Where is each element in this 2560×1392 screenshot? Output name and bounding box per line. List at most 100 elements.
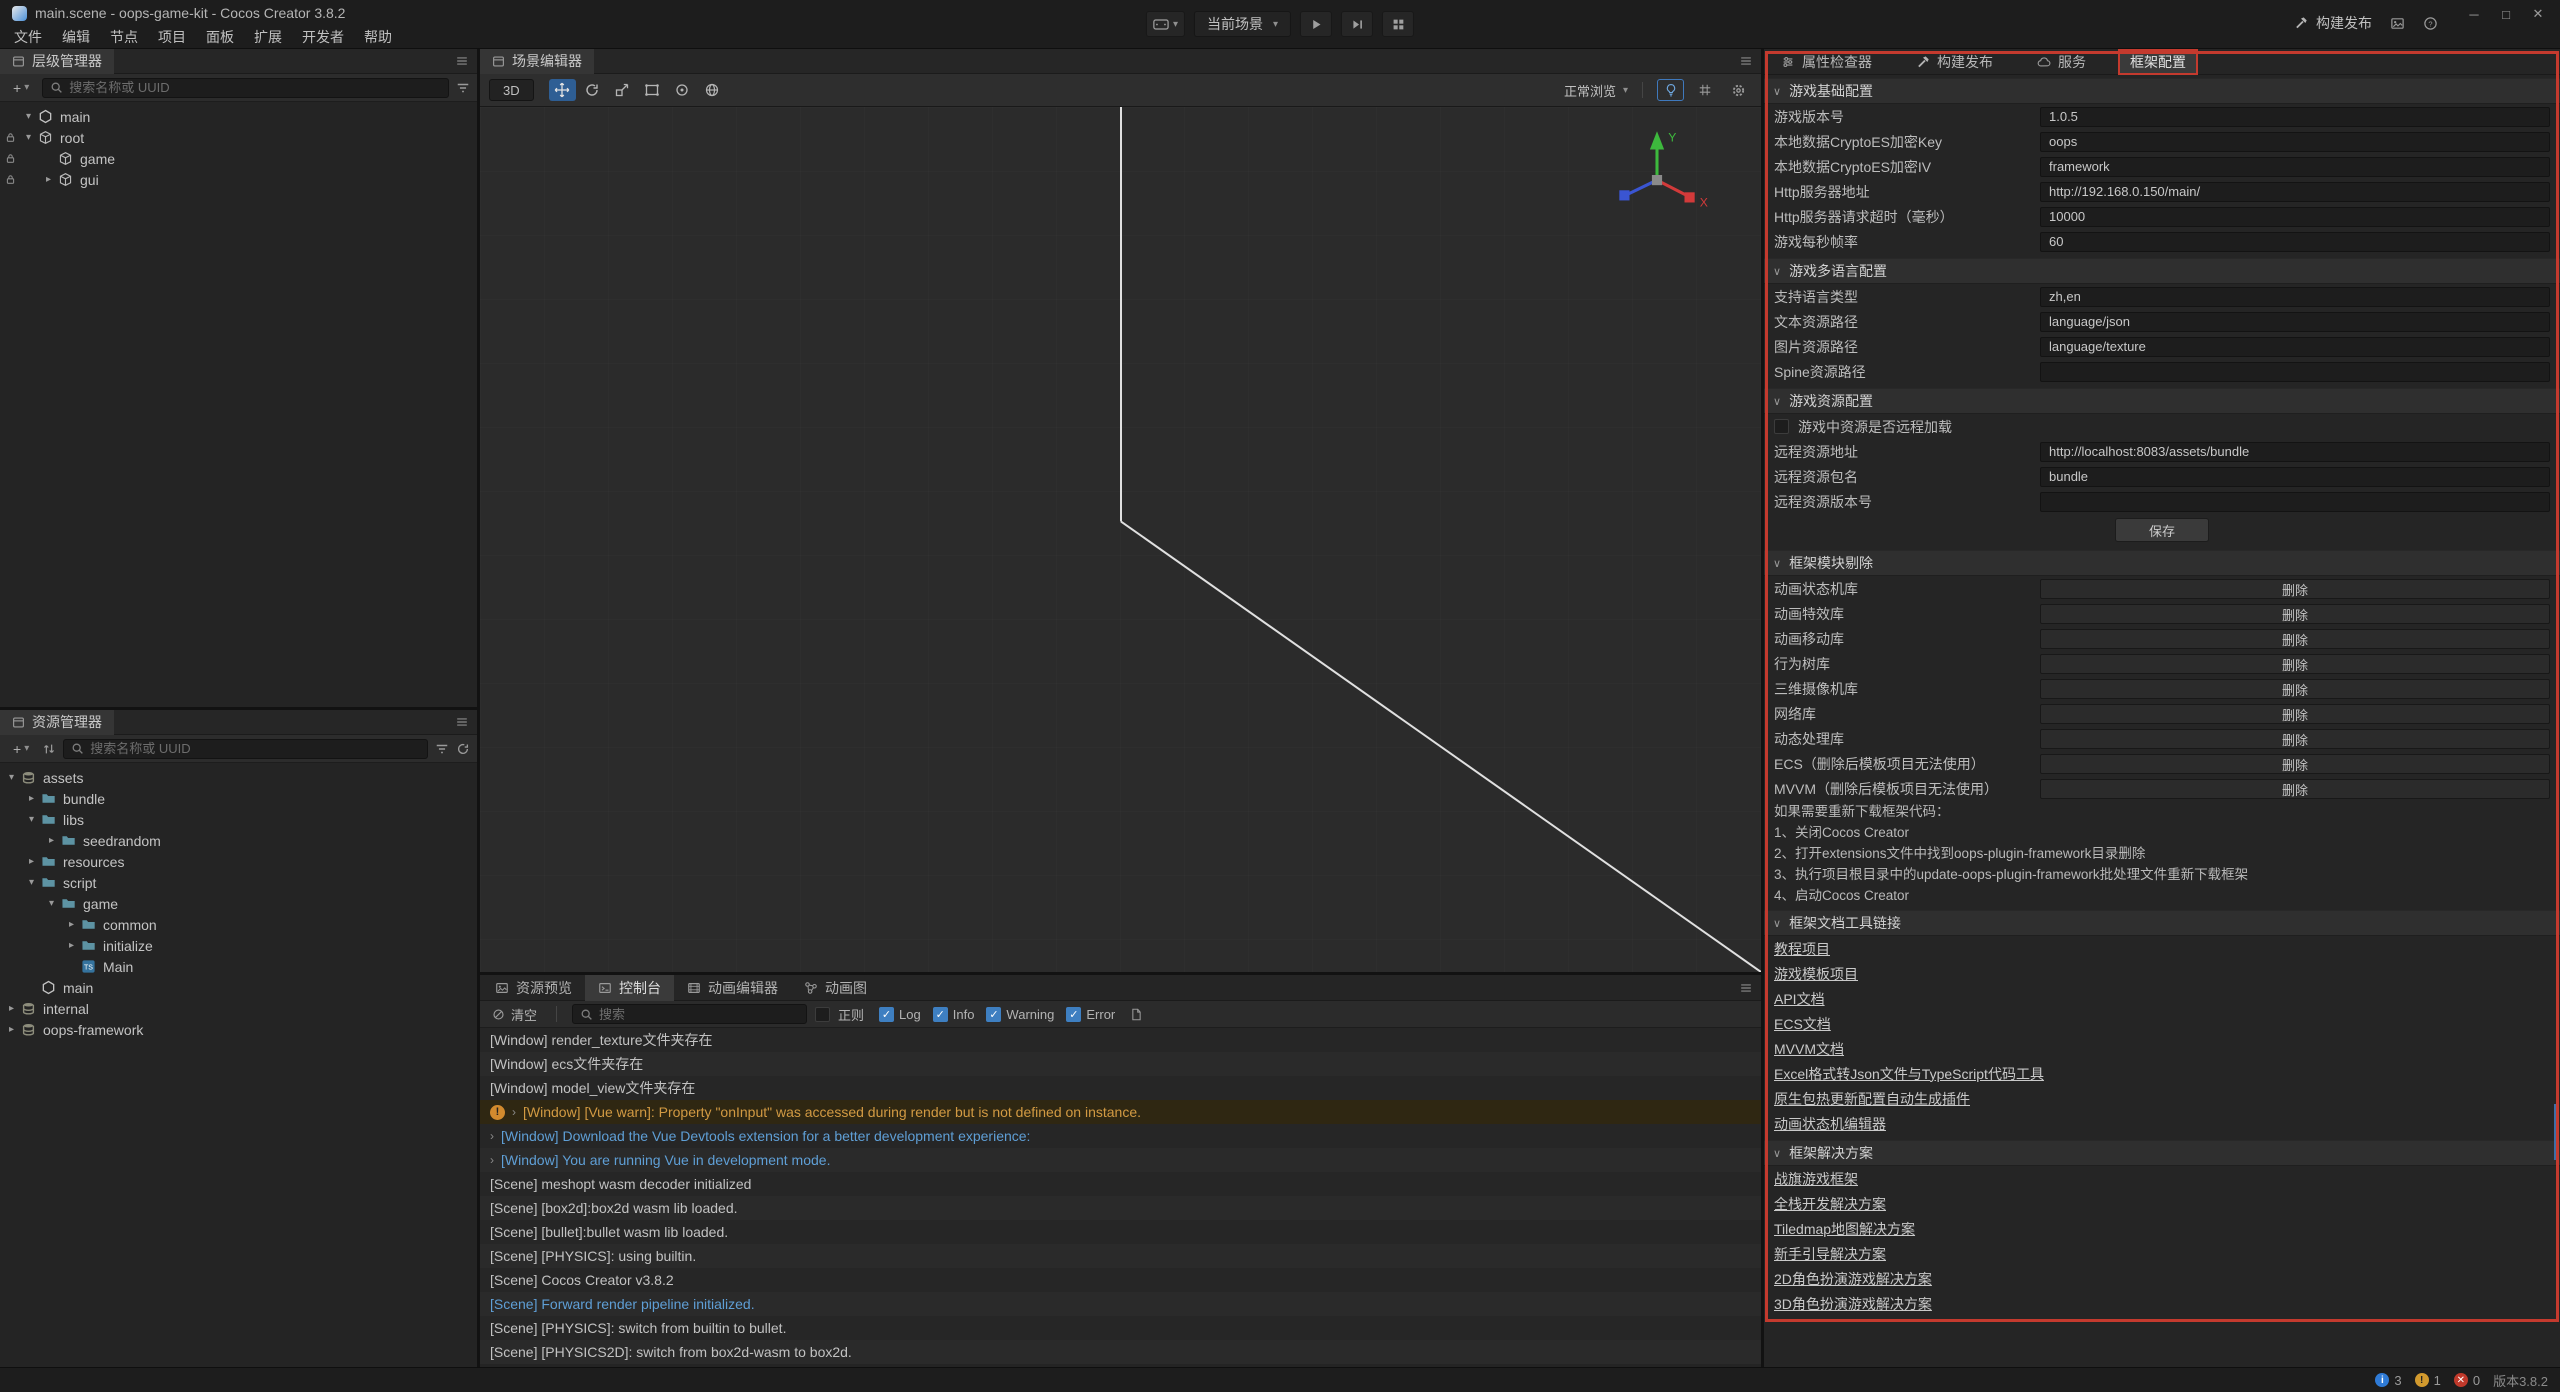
expand-arrow-icon[interactable]: ▸ <box>44 835 59 846</box>
filter-checkbox[interactable]: ✓ <box>879 1007 894 1022</box>
axis-gizmo[interactable]: Y X <box>1601 119 1713 231</box>
menu-item[interactable]: 文件 <box>4 26 52 48</box>
config-input[interactable] <box>2040 182 2550 202</box>
expand-arrow-icon[interactable]: ▾ <box>24 877 39 888</box>
filter-checkbox[interactable]: ✓ <box>986 1007 1001 1022</box>
inspector-tab[interactable]: 构建发布 <box>1905 50 2004 74</box>
status-error-badge[interactable]: ✕0 <box>2454 1373 2480 1388</box>
build-publish-button[interactable]: 构建发布 <box>2294 13 2372 33</box>
expand-arrow-icon[interactable]: › <box>512 1105 516 1119</box>
config-input[interactable] <box>2040 492 2550 512</box>
doc-link[interactable]: 原生包热更新配置自动生成插件 <box>1774 1089 1970 1109</box>
section-header[interactable]: ∨框架文档工具链接 <box>1764 910 2560 936</box>
log-row[interactable]: [Window] ecs文件夹存在 <box>480 1052 1761 1076</box>
tree-item[interactable]: ▾script <box>0 872 477 893</box>
pivot-tool-button[interactable] <box>669 79 696 101</box>
delete-button[interactable]: 删除 <box>2040 704 2550 724</box>
status-info-badge[interactable]: i3 <box>2375 1373 2401 1388</box>
log-row[interactable]: [Scene] [PHYSICS]: switch from builtin t… <box>480 1316 1761 1340</box>
tree-item[interactable]: ▾libs <box>0 809 477 830</box>
save-button[interactable]: 保存 <box>2115 518 2209 542</box>
move-tool-button[interactable] <box>549 79 576 101</box>
tree-item[interactable]: ▸resources <box>0 851 477 872</box>
help-icon[interactable]: ? <box>2423 16 2438 31</box>
delete-button[interactable]: 删除 <box>2040 579 2550 599</box>
delete-button[interactable]: 删除 <box>2040 729 2550 749</box>
config-input[interactable] <box>2040 362 2550 382</box>
doc-link[interactable]: 战旗游戏框架 <box>1774 1169 1858 1189</box>
expand-arrow-icon[interactable]: ▾ <box>21 132 36 143</box>
console-tab[interactable]: 动画图 <box>791 975 880 1001</box>
delete-button[interactable]: 删除 <box>2040 629 2550 649</box>
section-header[interactable]: ∨框架模块剔除 <box>1764 550 2560 576</box>
hierarchy-search-input[interactable] <box>69 80 441 95</box>
tree-item[interactable]: ▸initialize <box>0 935 477 956</box>
assets-search-input[interactable] <box>90 741 420 756</box>
expand-arrow-icon[interactable]: ▸ <box>4 1003 19 1014</box>
delete-button[interactable]: 删除 <box>2040 604 2550 624</box>
log-row[interactable]: [Window] model_view文件夹存在 <box>480 1076 1761 1100</box>
step-button[interactable] <box>1341 11 1373 37</box>
panel-menu-icon[interactable] <box>1731 981 1761 995</box>
rect-tool-button[interactable] <box>639 79 666 101</box>
delete-button[interactable]: 删除 <box>2040 679 2550 699</box>
expand-arrow-icon[interactable]: ▸ <box>4 1024 19 1035</box>
minimize-button[interactable]: ─ <box>2458 4 2490 24</box>
expand-arrow-icon[interactable]: ▸ <box>24 856 39 867</box>
doc-link[interactable]: 3D角色扮演游戏解决方案 <box>1774 1294 1932 1314</box>
doc-link[interactable]: ECS文档 <box>1774 1014 1831 1034</box>
filter-checkbox[interactable]: ✓ <box>933 1007 948 1022</box>
log-row[interactable]: [Scene] [bullet]:bullet wasm lib loaded. <box>480 1220 1761 1244</box>
config-input[interactable] <box>2040 107 2550 127</box>
layout-grid-button[interactable] <box>1382 11 1414 37</box>
preview-device-button[interactable]: ▾ <box>1146 11 1185 37</box>
tree-item[interactable]: main <box>0 977 477 998</box>
view-mode-dropdown[interactable]: 正常浏览 ▾ <box>1564 81 1628 100</box>
menu-item[interactable]: 扩展 <box>244 26 292 48</box>
tree-item[interactable]: TSMain <box>0 956 477 977</box>
inspector-tab[interactable]: 服务 <box>2026 50 2097 74</box>
expand-arrow-icon[interactable]: ▸ <box>64 940 79 951</box>
close-button[interactable]: ✕ <box>2522 4 2554 24</box>
section-header[interactable]: ∨游戏资源配置 <box>1764 388 2560 414</box>
grid-toggle-button[interactable] <box>1691 79 1718 101</box>
expand-arrow-icon[interactable]: ▾ <box>4 772 19 783</box>
log-row[interactable]: !›[Window] [Vue warn]: Property "onInput… <box>480 1100 1761 1124</box>
play-button[interactable] <box>1300 11 1332 37</box>
console-search-input[interactable] <box>599 1007 799 1022</box>
log-row[interactable]: [Scene] Cocos Creator v3.8.2 <box>480 1268 1761 1292</box>
scene-selector-dropdown[interactable]: 当前场景▾ <box>1194 11 1291 37</box>
doc-link[interactable]: 新手引导解决方案 <box>1774 1244 1886 1264</box>
expand-arrow-icon[interactable]: ▸ <box>24 793 39 804</box>
tree-item[interactable]: ▸oops-framework <box>0 1019 477 1040</box>
lighting-toggle-button[interactable] <box>1657 79 1684 101</box>
inspector-tab[interactable]: 框架配置 <box>2119 50 2197 74</box>
expand-arrow-icon[interactable]: ▸ <box>41 174 56 185</box>
clear-console-button[interactable]: 清空 <box>488 1005 541 1024</box>
filter-icon[interactable] <box>435 742 449 756</box>
menu-item[interactable]: 帮助 <box>354 26 402 48</box>
log-row[interactable]: [Scene] meshopt wasm decoder initialized <box>480 1172 1761 1196</box>
expand-arrow-icon[interactable]: ▾ <box>44 898 59 909</box>
config-input[interactable] <box>2040 157 2550 177</box>
doc-link[interactable]: 教程项目 <box>1774 939 1830 959</box>
scene-panel-tab[interactable]: 场景编辑器 <box>480 49 594 74</box>
maximize-button[interactable]: □ <box>2490 4 2522 24</box>
world-tool-button[interactable] <box>699 79 726 101</box>
status-warning-badge[interactable]: !1 <box>2415 1373 2441 1388</box>
delete-button[interactable]: 删除 <box>2040 654 2550 674</box>
menu-item[interactable]: 编辑 <box>52 26 100 48</box>
expand-arrow-icon[interactable]: › <box>490 1153 494 1167</box>
tree-item[interactable]: game <box>0 148 477 169</box>
rotate-tool-button[interactable] <box>579 79 606 101</box>
tree-item[interactable]: ▾game <box>0 893 477 914</box>
menu-item[interactable]: 项目 <box>148 26 196 48</box>
panel-menu-icon[interactable] <box>447 715 477 729</box>
scale-tool-button[interactable] <box>609 79 636 101</box>
expand-arrow-icon[interactable]: ▸ <box>64 919 79 930</box>
sort-icon[interactable] <box>42 742 56 756</box>
regex-checkbox[interactable] <box>815 1007 830 1022</box>
doc-link[interactable]: API文档 <box>1774 989 1825 1009</box>
create-asset-button[interactable]: +▾ <box>7 739 35 759</box>
tree-item[interactable]: ▾assets <box>0 767 477 788</box>
